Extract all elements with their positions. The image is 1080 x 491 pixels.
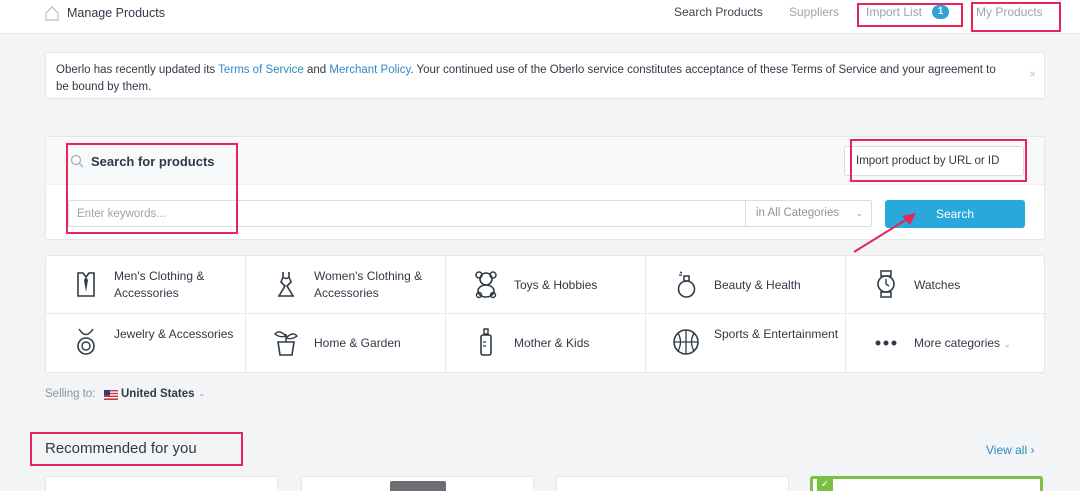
view-all-link[interactable]: View all ›	[986, 443, 1034, 457]
nav-suppliers[interactable]: Suppliers	[789, 5, 839, 19]
shirt-icon	[77, 272, 95, 297]
notice-text-prefix: Oberlo has recently updated its	[56, 64, 219, 76]
category-label: Watches	[914, 278, 961, 292]
category-label: Toys & Hobbies	[514, 278, 598, 292]
teddy-bear-icon	[475, 271, 497, 299]
terms-notice-banner: Oberlo has recently updated its Terms of…	[45, 52, 1045, 99]
category-more[interactable]: More categories ⌄	[846, 314, 1046, 372]
close-icon[interactable]: ×	[1029, 67, 1036, 81]
category-womens-clothing[interactable]: Women's Clothing & Accessories	[246, 256, 446, 314]
page-title: Manage Products	[67, 6, 165, 20]
terms-of-service-link[interactable]: Terms of Service	[218, 64, 304, 76]
category-beauty-health[interactable]: Beauty & Health	[646, 256, 846, 314]
product-image	[390, 481, 446, 491]
category-watches[interactable]: Watches	[846, 256, 1046, 314]
us-flag-icon	[104, 390, 118, 400]
nav-import-list[interactable]: Import List	[866, 5, 922, 19]
category-home-garden[interactable]: Home & Garden	[246, 314, 446, 372]
category-label: Home & Garden	[314, 336, 401, 350]
product-card[interactable]	[301, 476, 534, 491]
chevron-down-icon: ⌄	[1003, 339, 1011, 349]
plant-icon	[274, 331, 298, 356]
necklace-icon	[77, 328, 95, 355]
search-icon	[70, 154, 84, 168]
category-label: Beauty & Health	[714, 278, 801, 292]
checkmark-icon: ✓	[817, 479, 833, 491]
import-list-count-badge: 1	[932, 5, 949, 19]
watch-icon	[877, 270, 895, 298]
notice-text-and: and	[303, 64, 330, 76]
category-toys-hobbies[interactable]: Toys & Hobbies	[446, 256, 646, 314]
category-label: Men's Clothing & Accessories	[114, 269, 205, 300]
nav-search-products[interactable]: Search Products	[674, 5, 763, 19]
category-mother-kids[interactable]: Mother & Kids	[446, 314, 646, 372]
notice-message: Oberlo has recently updated its Terms of…	[56, 62, 996, 96]
perfume-icon	[677, 271, 696, 298]
more-categories-label: More categories	[914, 336, 1001, 350]
search-panel-header: Search for products Import product by UR…	[46, 137, 1044, 185]
category-label: Women's Clothing & Accessories	[314, 269, 423, 300]
ball-icon	[673, 329, 699, 355]
selling-to-label: Selling to:	[45, 388, 96, 400]
category-select-value: in All Categories	[756, 207, 840, 219]
category-label: Jewelry & Accessories	[114, 327, 234, 341]
home-icon[interactable]	[44, 5, 60, 21]
product-card[interactable]	[556, 476, 789, 491]
nav-my-products[interactable]: My Products	[976, 5, 1043, 19]
more-dots-icon	[875, 340, 897, 346]
recommended-heading: Recommended for you	[45, 440, 197, 457]
product-card-selected[interactable]: ✓	[810, 476, 1043, 491]
merchant-policy-link[interactable]: Merchant Policy	[329, 64, 410, 76]
dress-icon	[277, 272, 295, 297]
product-card[interactable]	[45, 476, 278, 491]
top-navigation-bar: Manage Products Search Products Supplier…	[0, 0, 1080, 34]
baby-bottle-icon	[480, 328, 492, 356]
category-label: More categories ⌄	[914, 335, 1039, 353]
category-jewelry[interactable]: Jewelry & Accessories	[46, 314, 246, 372]
category-sports[interactable]: Sports & Entertainment	[646, 314, 846, 372]
search-title: Search for products	[91, 154, 215, 169]
keyword-search-input[interactable]	[68, 200, 746, 227]
chevron-right-icon: ›	[1030, 443, 1035, 457]
import-by-url-button[interactable]: Import product by URL or ID	[844, 146, 1024, 176]
category-grid: Men's Clothing & Accessories Women's Clo…	[45, 255, 1046, 373]
view-all-label: View all	[986, 443, 1028, 457]
category-label: Mother & Kids	[514, 336, 590, 350]
category-mens-clothing[interactable]: Men's Clothing & Accessories	[46, 256, 246, 314]
category-label: Sports & Entertainment	[714, 327, 839, 341]
arrow-icon	[853, 213, 916, 253]
country-selector[interactable]: United States	[121, 388, 195, 400]
chevron-down-icon[interactable]: ⌄	[198, 388, 206, 399]
